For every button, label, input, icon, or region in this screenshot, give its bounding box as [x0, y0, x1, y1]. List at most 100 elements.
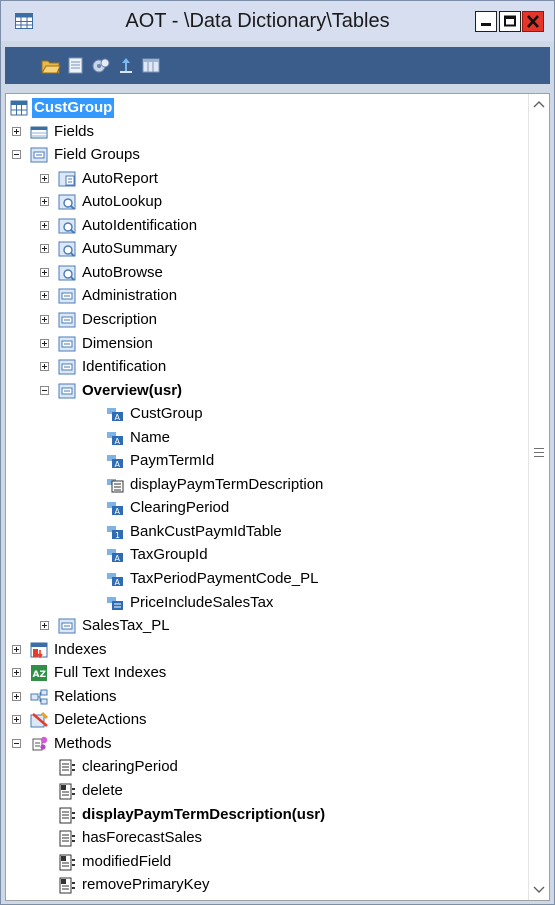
display-method-icon — [107, 478, 124, 493]
expand-icon[interactable] — [12, 668, 21, 678]
enum-field-icon — [107, 596, 123, 610]
relations-icon — [30, 689, 48, 705]
method-icon — [59, 807, 75, 823]
vertical-scrollbar[interactable] — [528, 94, 549, 900]
expand-icon[interactable] — [40, 291, 49, 301]
import-export-icon — [120, 58, 132, 73]
aot-tree[interactable]: CustGroup Fields Field Groups AutoReport Aut… — [5, 93, 550, 901]
fields-icon — [30, 126, 48, 139]
svg-text:A: A — [115, 578, 121, 587]
expand-icon[interactable] — [12, 715, 21, 725]
maximize-icon — [504, 15, 516, 27]
window-title: AOT - \Data Dictionary\Tables — [125, 10, 390, 32]
scroll-thumb-grip[interactable] — [534, 448, 544, 457]
properties-button[interactable] — [66, 56, 86, 75]
svg-text:A: A — [115, 413, 121, 422]
maximize-button[interactable] — [499, 11, 521, 32]
scroll-down-button[interactable] — [529, 880, 549, 900]
chevron-down-icon — [533, 886, 545, 893]
expand-icon[interactable] — [40, 362, 49, 372]
method-icon — [59, 830, 75, 847]
tree-node-label: AutoBrowse — [82, 263, 163, 281]
tree-node-label: SalesTax_PL — [82, 617, 170, 635]
aot-window: AOT - \Data Dictionary\Tables CustGroup … — [0, 0, 555, 905]
expand-icon[interactable] — [12, 126, 21, 136]
tree-node-label: Identification — [82, 358, 167, 376]
properties-icon — [68, 57, 83, 74]
expand-icon[interactable] — [40, 621, 49, 631]
open-button[interactable] — [41, 56, 61, 75]
svg-text:A: A — [115, 460, 121, 469]
minimize-button[interactable] — [475, 11, 497, 32]
expand-icon[interactable] — [40, 267, 49, 277]
tree-node-label: delete — [82, 781, 123, 799]
svg-text:A: A — [115, 437, 121, 446]
auto-report-icon — [58, 171, 76, 187]
tree-node-label: hasForecastSales — [82, 829, 203, 847]
tree-node-label: Indexes — [54, 640, 107, 658]
tree-node-label: PaymTermId — [130, 452, 215, 470]
table-browser-icon — [142, 58, 160, 73]
auto-group-icon — [58, 194, 76, 210]
collapse-icon[interactable] — [12, 738, 21, 748]
string-field-icon: A — [107, 573, 123, 587]
field-group-icon — [58, 383, 76, 399]
int-field-icon: 1 — [107, 525, 123, 540]
field-group-icon — [58, 336, 76, 351]
tree-node-label: Relations — [54, 687, 117, 705]
tree-node-label: Overview(usr) — [82, 381, 183, 399]
expand-icon[interactable] — [40, 314, 49, 324]
collapse-icon[interactable] — [12, 150, 21, 160]
auto-group-icon — [58, 218, 76, 234]
methods-icon — [32, 736, 48, 751]
tree-node-label: ClearingPeriod — [130, 499, 230, 517]
override-method-icon — [59, 783, 75, 800]
svg-text:A: A — [115, 507, 121, 516]
expand-icon[interactable] — [40, 338, 49, 348]
chevron-up-icon — [533, 101, 545, 108]
expand-icon[interactable] — [40, 173, 49, 183]
tree-node-label: CustGroup — [130, 405, 203, 423]
table-browser-button[interactable] — [141, 56, 161, 75]
string-field-icon: A — [107, 408, 123, 422]
expand-icon[interactable] — [40, 197, 49, 207]
compile-button[interactable] — [91, 56, 111, 75]
close-icon — [527, 15, 539, 28]
collapse-icon[interactable] — [40, 385, 49, 395]
field-group-icon — [30, 147, 48, 163]
tree-node-label: BankCustPaymIdTable — [130, 522, 282, 540]
svg-text:A: A — [115, 554, 121, 563]
delete-actions-icon — [30, 712, 48, 728]
string-field-icon: A — [107, 502, 123, 516]
expand-icon[interactable] — [12, 644, 21, 654]
tree-node-label: AutoReport — [82, 169, 158, 187]
tree-node-label: AutoLookup — [82, 193, 163, 211]
table-icon — [10, 100, 28, 116]
field-group-icon — [58, 618, 76, 634]
tree-node-label: Description — [82, 310, 158, 328]
field-group-icon — [58, 359, 76, 375]
tree-node-label: Name — [130, 428, 171, 446]
override-method-icon — [59, 854, 75, 871]
tree-node-label: TaxGroupId — [130, 546, 208, 564]
svg-text:AZ: AZ — [33, 670, 47, 680]
import-export-button[interactable] — [116, 56, 136, 75]
string-field-icon: A — [107, 549, 123, 563]
tree-node-label: AutoSummary — [82, 240, 178, 258]
tree-node-label: CustGroup — [32, 98, 115, 118]
expand-icon[interactable] — [12, 691, 21, 701]
tree-node-label: Full Text Indexes — [54, 664, 167, 682]
title-bar[interactable]: AOT - \Data Dictionary\Tables — [1, 1, 554, 41]
tree-node-label: displayPaymTermDescription(usr) — [82, 805, 326, 823]
expand-icon[interactable] — [40, 220, 49, 230]
close-button[interactable] — [522, 11, 544, 32]
expand-icon[interactable] — [40, 244, 49, 254]
tree-node-label: PriceIncludeSalesTax — [130, 593, 274, 611]
method-icon — [59, 759, 75, 776]
field-group-icon — [58, 288, 76, 304]
scroll-up-button[interactable] — [529, 94, 549, 114]
string-field-icon: A — [107, 431, 123, 446]
auto-group-icon — [58, 265, 76, 281]
override-method-icon — [59, 877, 75, 894]
full-text-index-icon: AZ — [31, 665, 47, 682]
